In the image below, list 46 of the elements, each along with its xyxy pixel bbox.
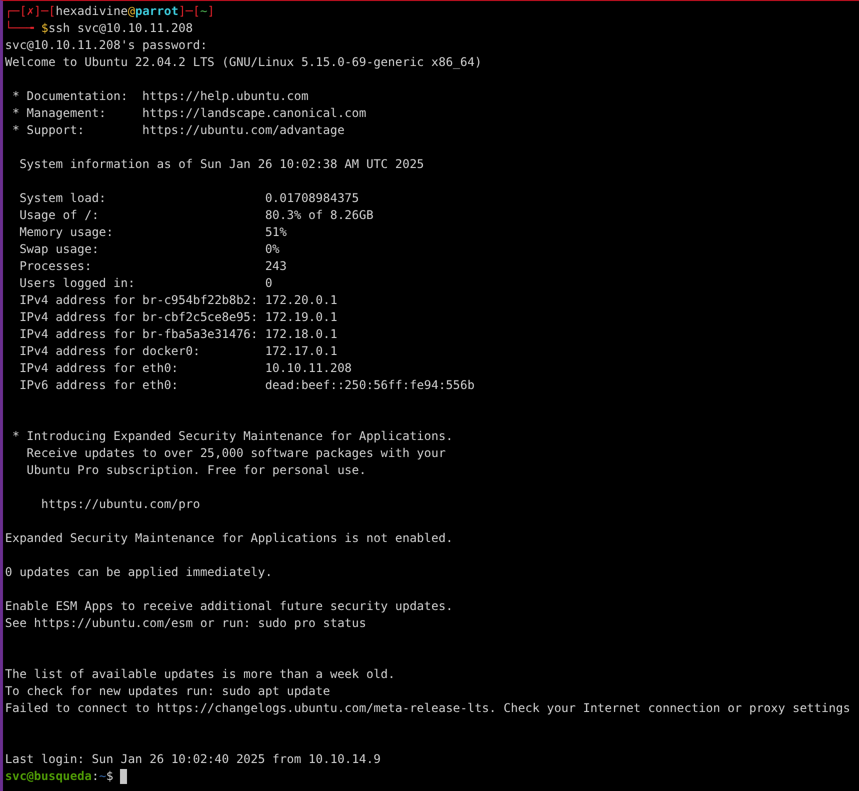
prompt-text: ┌─[ (5, 3, 27, 20)
prompt-text: ]─[ (34, 3, 56, 20)
output-line: Users logged in: 0 (18, 275, 272, 292)
output-line: System load: 0.01708984375 (18, 190, 360, 207)
output-line: https://ubuntu.com/pro (40, 496, 200, 513)
output-line: Enable ESM Apps to receive additional future security updates. (5, 598, 453, 615)
output-line: * Documentation: https://help.ubuntu.com (11, 88, 308, 105)
output-line: See https://ubuntu.com/esm or run: sudo pro status (5, 615, 366, 632)
prompt-text: ]─[ (178, 3, 200, 20)
output-line: IPv4 address for br-fba5a3e31476: 172.18.0.1 (18, 326, 338, 343)
prompt-text: @ (128, 3, 136, 20)
output-line: IPv4 address for eth0: 10.10.11.208 (18, 360, 352, 377)
prompt-text: ✗ (26, 3, 34, 20)
output-line: * Introducing Expanded Security Maintenance for Applications. (11, 428, 453, 445)
output-line: Welcome to Ubuntu 22.04.2 LTS (GNU/Linux 5.15.0-69-generic x86_64) (5, 54, 482, 71)
output-line: Ubuntu Pro subscription. Free for personal use. (26, 462, 366, 479)
prompt-text: ] (207, 3, 215, 20)
output-line: * Management: https://landscape.canonical.com (11, 105, 366, 122)
prompt-text: └──╼ (5, 20, 35, 37)
output-line: The list of available updates is more than a week old. (5, 666, 396, 683)
prompt-text: parrot (135, 3, 178, 20)
output-line: Failed to connect to https://changelogs.ubuntu.com/meta-release-lts. Check your Internet connection or proxy settings (5, 700, 850, 717)
output-line: 0 updates can be applied immediately. (5, 564, 272, 581)
prompt-text: : (92, 768, 99, 785)
output-line: svc@10.10.11.208's password: (5, 37, 208, 54)
prompt-text: $ (106, 768, 114, 785)
output-line: Processes: 243 (18, 258, 287, 275)
output-line: IPv4 address for docker0: 172.17.0.1 (18, 343, 338, 360)
prompt-text: ssh svc@10.10.11.208 (48, 20, 193, 37)
output-line: IPv6 address for eth0: dead:beef::250:56ff:fe94:556b (18, 377, 475, 394)
prompt-text: ~ (98, 768, 106, 785)
prompt-text: ~ (200, 3, 208, 20)
output-line: Receive updates to over 25,000 software packages with your (26, 445, 446, 462)
output-line: Usage of /: 80.3% of 8.26GB (18, 207, 374, 224)
output-line: Last login: Sun Jan 26 10:02:40 2025 from 10.10.14.9 (5, 751, 381, 768)
output-line: Memory usage: 51% (18, 224, 287, 241)
output-line: IPv4 address for br-cbf2c5ce8e95: 172.19.0.1 (18, 309, 338, 326)
prompt-text: $ (41, 20, 48, 37)
output-line: Expanded Security Maintenance for Applications is not enabled. (5, 530, 453, 547)
prompt-text: hexadivine (56, 3, 128, 20)
prompt-text: svc@busqueda (5, 768, 92, 785)
output-line: System information as of Sun Jan 26 10:02:38 AM UTC 2025 (18, 156, 424, 173)
output-line: * Support: https://ubuntu.com/advantage (11, 122, 345, 139)
output-line: To check for new updates run: sudo apt update (5, 683, 330, 700)
output-line: IPv4 address for br-c954bf22b8b2: 172.20.0.1 (18, 292, 338, 309)
output-line: Swap usage: 0% (18, 241, 280, 258)
